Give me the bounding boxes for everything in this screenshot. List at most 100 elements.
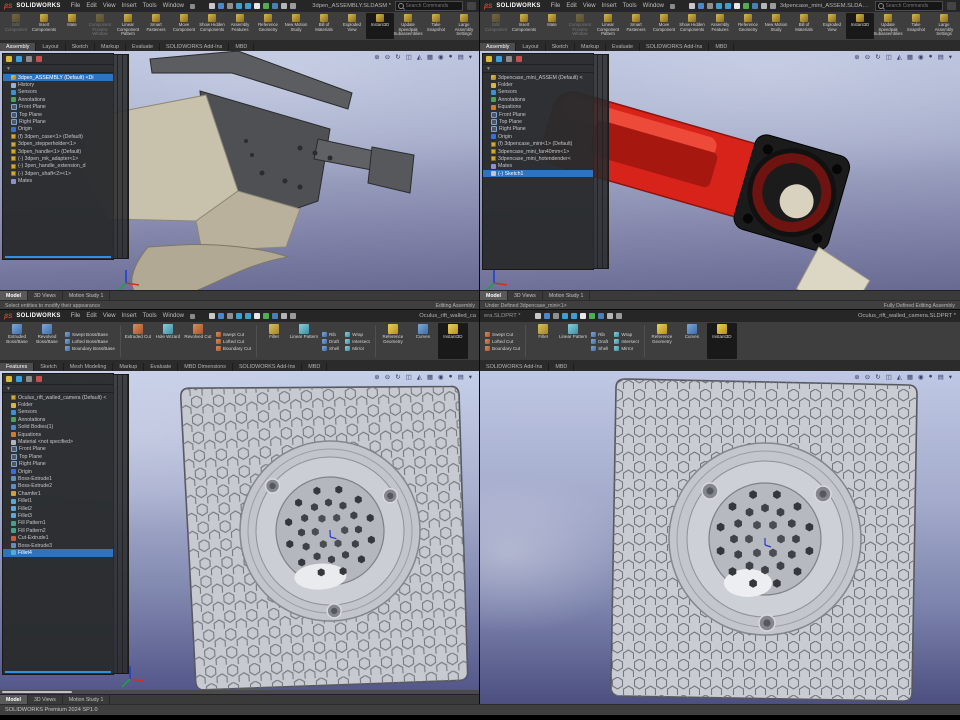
section-view-icon[interactable]: ◫ xyxy=(886,53,892,61)
configurationmanager-tab-icon[interactable] xyxy=(506,56,512,62)
command-tab[interactable]: MBD xyxy=(302,363,327,371)
command-tab[interactable]: MBD xyxy=(229,43,254,51)
tree-item[interactable]: 3dpencase_mini_fan40mm<1> xyxy=(483,148,593,155)
tree-filter[interactable]: ▼ xyxy=(3,65,113,73)
command-tab[interactable]: MBD xyxy=(709,43,734,51)
ribbon-button[interactable]: Take Snapshot xyxy=(422,13,450,39)
command-tab[interactable]: Sketch xyxy=(546,43,575,51)
display-style-icon[interactable]: ▦ xyxy=(427,53,433,61)
view-orientation-icon[interactable]: ◭ xyxy=(417,53,422,61)
command-tab[interactable]: MBD Dimensions xyxy=(178,363,233,371)
tree-item[interactable]: Front Plane xyxy=(3,104,113,111)
apply-scene-icon[interactable]: ▤ xyxy=(938,53,944,61)
apply-scene-icon[interactable]: ▤ xyxy=(938,373,944,381)
ribbon-button[interactable]: Instant3D xyxy=(366,13,394,39)
tree-item[interactable]: Sensors xyxy=(483,89,593,96)
ribbon-button[interactable]: Edit Component xyxy=(2,13,30,39)
ribbon-button[interactable]: Linear Component Pattern xyxy=(594,13,622,39)
rib-button[interactable]: Rib xyxy=(322,332,339,337)
open-icon[interactable] xyxy=(544,313,550,319)
draft-button[interactable]: Draft xyxy=(591,339,608,344)
tree-item[interactable]: Boss-Extrude2 xyxy=(3,483,113,490)
pin-icon[interactable] xyxy=(190,314,195,319)
tree-item[interactable]: 3dpen_ASSEMBLY (Default) <Di xyxy=(3,74,113,81)
boundary-cut-button[interactable]: Boundary Cut xyxy=(216,346,251,351)
save-icon[interactable] xyxy=(227,313,233,319)
pin-icon[interactable] xyxy=(190,4,195,9)
wrap-button[interactable]: Wrap xyxy=(614,332,639,337)
user-avatar[interactable] xyxy=(947,2,956,10)
menu-item[interactable]: Tools xyxy=(143,3,157,9)
ribbon-button[interactable]: Smart Fasteners xyxy=(622,13,650,39)
ribbon-button[interactable]: Component Preview Window xyxy=(86,13,114,39)
tree-item[interactable]: Origin xyxy=(3,126,113,133)
appearances-icon[interactable] xyxy=(281,313,287,319)
zoom-to-fit-icon[interactable]: ⊕ xyxy=(854,53,859,61)
zoom-to-fit-icon[interactable]: ⊕ xyxy=(854,373,859,381)
ribbon-button[interactable]: Instant3D xyxy=(846,13,874,39)
ribbon-button[interactable]: Large Assembly Settings xyxy=(930,13,958,39)
zoom-to-fit-icon[interactable]: ⊕ xyxy=(374,373,379,381)
tree-item[interactable]: Cut-Extrude1 xyxy=(3,534,113,541)
view-orientation-icon[interactable]: ◭ xyxy=(897,53,902,61)
ribbon-button[interactable]: Mate xyxy=(538,13,566,39)
ribbon-button[interactable]: Smart Fasteners xyxy=(142,13,170,39)
tree-item[interactable]: Fillet2 xyxy=(3,505,113,512)
ribbon-button[interactable]: Bill of Materials xyxy=(790,13,818,39)
tree-item[interactable]: Top Plane xyxy=(3,453,113,460)
ribbon-button[interactable]: Show Hidden Components xyxy=(198,13,226,39)
ribbon-button[interactable]: Edit Component xyxy=(482,13,510,39)
rebuild-icon[interactable] xyxy=(752,3,758,9)
redo-icon[interactable] xyxy=(580,313,586,319)
configurationmanager-tab-icon[interactable] xyxy=(26,376,32,382)
zoom-to-area-icon[interactable]: ⊖ xyxy=(385,53,390,61)
command-tab[interactable]: Assembly xyxy=(0,43,36,51)
document-tab[interactable]: 3D Views xyxy=(508,291,543,300)
document-tab[interactable]: Model xyxy=(480,291,508,300)
revolved-cut-button[interactable]: Revolved Cut xyxy=(183,323,213,359)
scrollbar-thumb[interactable] xyxy=(2,691,72,693)
featuremanager-tab-icon[interactable] xyxy=(486,56,492,62)
dimxpertmanager-tab-icon[interactable] xyxy=(36,56,42,62)
document-tab[interactable]: 3D Views xyxy=(28,291,63,300)
tree-item[interactable]: Boss-Extrude3 xyxy=(3,542,113,549)
viewport-oculus-part[interactable]: ⊕⊖↻◫◭▦◉●▤▾ ▼ Oculus_rift_walled_camera (… xyxy=(0,371,480,690)
ribbon-button[interactable]: Bill of Materials xyxy=(310,13,338,39)
command-tab[interactable]: Markup xyxy=(113,363,144,371)
ribbon-button[interactable]: Insert Components xyxy=(30,13,58,39)
options-icon[interactable] xyxy=(770,3,776,9)
hide-show-items-icon[interactable]: ◉ xyxy=(918,53,924,61)
rollback-bar[interactable] xyxy=(5,256,111,258)
propertymanager-tab-icon[interactable] xyxy=(496,56,502,62)
tree-item[interactable]: Solid Bodies(1) xyxy=(3,424,113,431)
appearances-icon[interactable] xyxy=(607,313,613,319)
ribbon-button[interactable]: Move Component xyxy=(650,13,678,39)
menu-item[interactable]: Edit xyxy=(86,313,96,319)
intersect-button[interactable]: Intersect xyxy=(614,339,639,344)
ribbon-button[interactable]: Large Assembly Settings xyxy=(450,13,478,39)
ribbon-button[interactable]: Reference Geometry xyxy=(254,13,282,39)
tree-filter[interactable]: ▼ xyxy=(483,65,593,73)
featuremanager-tab-icon[interactable] xyxy=(6,56,12,62)
ribbon-button[interactable]: New Motion Study xyxy=(282,13,310,39)
rib-button[interactable]: Rib xyxy=(591,332,608,337)
select-arrow-icon[interactable] xyxy=(263,3,269,9)
curves-button[interactable]: Curves xyxy=(677,323,707,359)
apply-scene-icon[interactable]: ▤ xyxy=(458,53,464,61)
swept-cut-button[interactable]: Swept Cut xyxy=(485,332,520,337)
options-icon[interactable] xyxy=(616,313,622,319)
rebuild-icon[interactable] xyxy=(598,313,604,319)
tree-item[interactable]: Origin xyxy=(483,133,593,140)
zoom-to-fit-icon[interactable]: ⊕ xyxy=(374,53,379,61)
ribbon-button[interactable]: Mate xyxy=(58,13,86,39)
tree-item[interactable]: Right Plane xyxy=(3,118,113,125)
command-tab[interactable]: SOLIDWORKS Add-Ins xyxy=(480,363,549,371)
command-tab[interactable]: Evaluate xyxy=(144,363,178,371)
viewport-3dpencase-mini[interactable]: ⊕⊖↻◫◭▦◉●▤▾ ▼ 3dpencase_mini_ASSEM (Defau… xyxy=(480,51,960,290)
save-icon[interactable] xyxy=(553,313,559,319)
menu-item[interactable]: Insert xyxy=(122,313,137,319)
wrap-button[interactable]: Wrap xyxy=(345,332,370,337)
previous-view-icon[interactable]: ↻ xyxy=(395,373,400,381)
menu-item[interactable]: View xyxy=(583,3,596,9)
mirror-button[interactable]: Mirror xyxy=(345,346,370,351)
